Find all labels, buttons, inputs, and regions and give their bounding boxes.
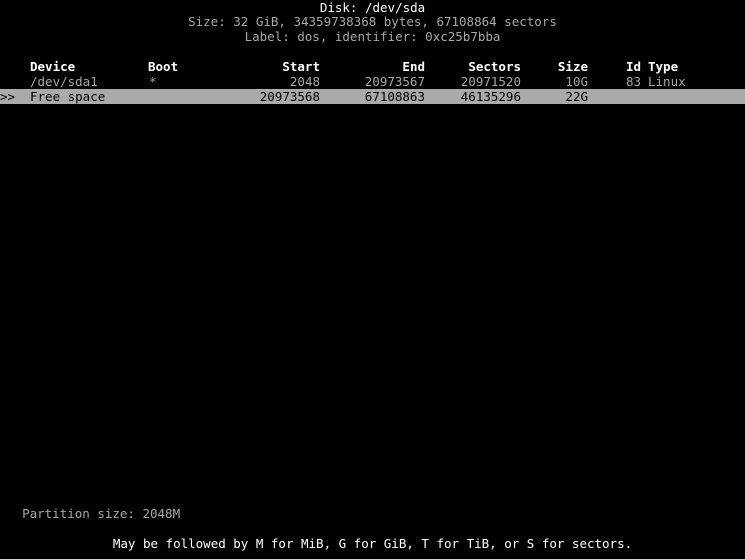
row-id: 83 xyxy=(626,74,642,89)
partition-size-label: Partition size: xyxy=(22,506,135,521)
row-device: /dev/sda1 xyxy=(30,74,98,89)
header-type: Type xyxy=(648,59,679,74)
disk-title: Disk: /dev/sda xyxy=(319,0,426,15)
disk-label-info: Label: dos, identifier: 0xc25b7bba xyxy=(244,29,501,44)
row-start: 2048 xyxy=(289,74,320,89)
header-sectors: Sectors xyxy=(468,59,521,74)
partition-row[interactable]: /dev/sda1 * 2048 20973567 20971520 10G 8… xyxy=(0,74,745,89)
row-size: 10G xyxy=(565,74,588,89)
row-sectors: 20971520 xyxy=(460,74,521,89)
row-type: Linux xyxy=(648,74,686,89)
row-end: 20973567 xyxy=(364,74,425,89)
header-start: Start xyxy=(282,59,320,74)
row-start: 20973568 xyxy=(259,89,320,104)
partition-size-prompt[interactable]: Partition size: 2048M xyxy=(7,491,745,521)
row-end: 67108863 xyxy=(364,89,425,104)
header-boot: Boot xyxy=(148,59,179,74)
header-end: End xyxy=(402,59,425,74)
row-boot-flag: * xyxy=(149,74,157,89)
header-device: Device xyxy=(30,59,76,74)
size-suffix-hint: May be followed by M for MiB, G for GiB,… xyxy=(112,536,633,551)
header-id: Id xyxy=(626,59,642,74)
row-device: Free space xyxy=(30,89,106,104)
row-size: 22G xyxy=(565,89,588,104)
row-sectors: 46135296 xyxy=(460,89,521,104)
partition-size-input[interactable]: 2048M xyxy=(142,506,180,521)
partition-table-header: Device Boot Start End Sectors Size Id Ty… xyxy=(0,59,745,74)
header-size: Size xyxy=(557,59,588,74)
partition-row-selected[interactable]: >> Free space 20973568 67108863 46135296… xyxy=(0,89,745,104)
selection-marker: >> xyxy=(0,89,16,104)
disk-size-info: Size: 32 GiB, 34359738368 bytes, 6710886… xyxy=(188,14,557,29)
